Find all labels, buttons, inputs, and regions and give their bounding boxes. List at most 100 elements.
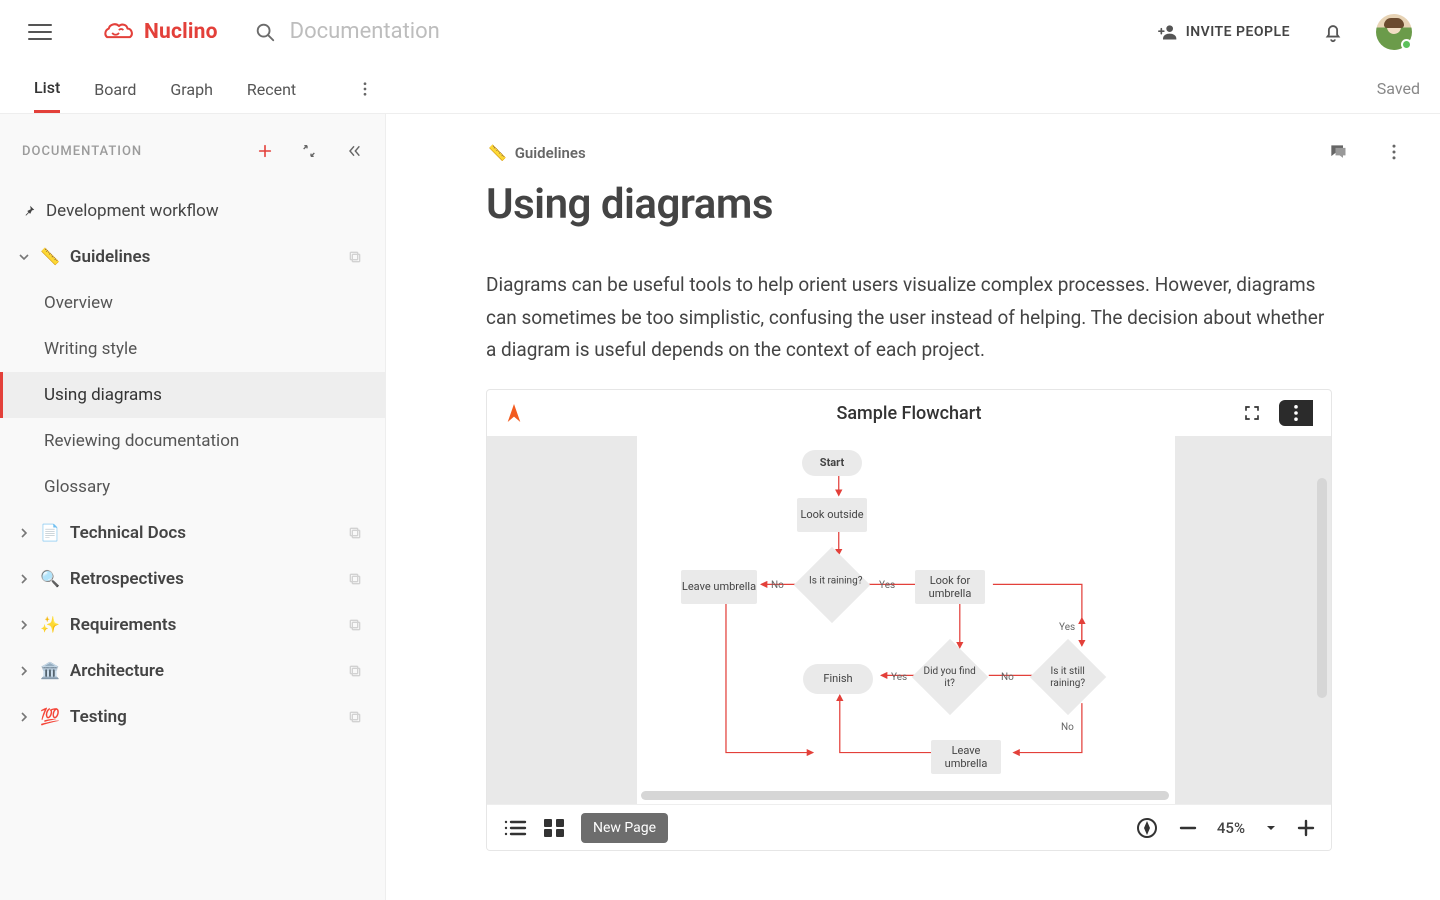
ruler-icon: 📏 bbox=[40, 249, 60, 265]
chevron-right-icon bbox=[18, 666, 30, 676]
section-label: Technical Docs bbox=[70, 523, 186, 543]
edge-label-no: No bbox=[1061, 722, 1074, 733]
diagram-embed: Sample Flowchart bbox=[486, 389, 1332, 851]
sidebar-item-glossary[interactable]: Glossary bbox=[0, 464, 385, 510]
breadcrumb-label: Guidelines bbox=[515, 144, 586, 162]
embed-vertical-scrollbar[interactable] bbox=[1317, 478, 1327, 698]
zoom-value: 45% bbox=[1217, 819, 1245, 837]
flow-node-leave-umbrella-2[interactable]: Leave umbrella bbox=[931, 740, 1001, 774]
sidebar-section-technical-docs[interactable]: 📄 Technical Docs bbox=[0, 510, 385, 556]
chevron-right-icon bbox=[18, 620, 30, 630]
list-view-icon[interactable] bbox=[503, 818, 527, 838]
edge-label-yes: Yes bbox=[891, 672, 907, 683]
copy-icon[interactable] bbox=[347, 617, 363, 633]
sidebar-item-reviewing-documentation[interactable]: Reviewing documentation bbox=[0, 418, 385, 464]
hundred-icon: 💯 bbox=[40, 709, 60, 725]
chevron-right-icon bbox=[18, 574, 30, 584]
pinned-item[interactable]: Development workflow bbox=[0, 188, 385, 234]
copy-icon[interactable] bbox=[347, 709, 363, 725]
search-placeholder: Documentation bbox=[290, 19, 440, 44]
sidebar-item-writing-style[interactable]: Writing style bbox=[0, 326, 385, 372]
item-label: Using diagrams bbox=[44, 385, 162, 405]
sidebar-section-guidelines[interactable]: 📏 Guidelines bbox=[0, 234, 385, 280]
body-paragraph[interactable]: Diagrams can be useful tools to help ori… bbox=[486, 269, 1332, 367]
item-label: Reviewing documentation bbox=[44, 431, 239, 451]
copy-icon[interactable] bbox=[347, 663, 363, 679]
sidebar-section-architecture[interactable]: 🏛️ Architecture bbox=[0, 648, 385, 694]
search-icon bbox=[254, 21, 276, 43]
compass-icon[interactable] bbox=[1135, 816, 1159, 840]
view-tabs: List Board Graph Recent bbox=[34, 64, 374, 113]
flow-node-look-outside[interactable]: Look outside bbox=[797, 498, 867, 532]
invite-people-label: INVITE PEOPLE bbox=[1186, 24, 1290, 40]
zoom-dropdown-icon[interactable] bbox=[1265, 822, 1277, 834]
item-label: Overview bbox=[44, 293, 113, 313]
brand-name: Nuclino bbox=[144, 20, 218, 44]
search[interactable]: Documentation bbox=[254, 19, 440, 44]
breadcrumb[interactable]: 📏 Guidelines bbox=[488, 144, 1332, 162]
tab-list[interactable]: List bbox=[34, 64, 60, 113]
edge-label-yes: Yes bbox=[879, 580, 895, 591]
chevron-right-icon bbox=[18, 528, 30, 538]
section-label: Guidelines bbox=[70, 247, 150, 267]
diagram-canvas[interactable]: Start Look outside Is it raining? Leave … bbox=[487, 436, 1331, 804]
presence-indicator bbox=[1401, 39, 1412, 50]
document-content: 📏 Guidelines Using diagrams Diagrams can… bbox=[386, 114, 1440, 900]
sidebar-item-using-diagrams[interactable]: Using diagrams bbox=[0, 372, 385, 418]
page-title[interactable]: Using diagrams bbox=[486, 180, 1332, 229]
tab-recent[interactable]: Recent bbox=[247, 66, 296, 112]
tab-board[interactable]: Board bbox=[94, 66, 136, 112]
expand-sidebar-icon[interactable] bbox=[301, 143, 317, 159]
breadcrumb-emoji: 📏 bbox=[488, 144, 507, 162]
flow-node-start[interactable]: Start bbox=[802, 450, 862, 476]
new-page-button[interactable]: New Page bbox=[581, 813, 668, 843]
edge-label-yes: Yes bbox=[1059, 622, 1075, 633]
section-label: Retrospectives bbox=[70, 569, 184, 589]
magnifier-icon: 🔍 bbox=[40, 571, 60, 587]
save-status: Saved bbox=[1377, 79, 1420, 98]
section-label: Testing bbox=[70, 707, 127, 727]
collapse-sidebar-icon[interactable] bbox=[345, 143, 363, 159]
section-label: Requirements bbox=[70, 615, 176, 635]
brand-logo-icon bbox=[102, 20, 136, 44]
sidebar-section-requirements[interactable]: ✨ Requirements bbox=[0, 602, 385, 648]
add-page-icon[interactable] bbox=[257, 143, 273, 159]
copy-icon[interactable] bbox=[347, 525, 363, 541]
copy-icon[interactable] bbox=[347, 249, 363, 265]
zoom-in-icon[interactable] bbox=[1297, 819, 1315, 837]
flow-node-look-for-umbrella[interactable]: Look for umbrella bbox=[915, 570, 985, 604]
grid-view-icon[interactable] bbox=[543, 818, 565, 838]
section-label: Architecture bbox=[70, 661, 164, 681]
sidebar-section-testing[interactable]: 💯 Testing bbox=[0, 694, 385, 740]
document-more-icon[interactable] bbox=[1384, 142, 1404, 162]
pinned-label: Development workflow bbox=[46, 201, 219, 221]
sidebar-item-overview[interactable]: Overview bbox=[0, 280, 385, 326]
sidebar: DOCUMENTATION Development workflow 📏 Gui… bbox=[0, 114, 386, 900]
item-label: Writing style bbox=[44, 339, 137, 359]
zoom-out-icon[interactable] bbox=[1179, 819, 1197, 837]
flow-node-finish[interactable]: Finish bbox=[803, 664, 873, 694]
embed-horizontal-scrollbar[interactable] bbox=[641, 791, 1169, 800]
edge-label-no: No bbox=[771, 580, 784, 591]
embed-title: Sample Flowchart bbox=[487, 403, 1331, 424]
copy-icon[interactable] bbox=[347, 571, 363, 587]
invite-people-button[interactable]: INVITE PEOPLE bbox=[1158, 22, 1290, 42]
hamburger-menu-icon[interactable] bbox=[28, 20, 52, 44]
workspace-name: DOCUMENTATION bbox=[22, 144, 142, 159]
tabs-more-icon[interactable] bbox=[356, 80, 374, 98]
invite-people-icon bbox=[1158, 22, 1178, 42]
chevron-right-icon bbox=[18, 712, 30, 722]
page-icon: 📄 bbox=[40, 525, 60, 541]
pin-icon bbox=[22, 204, 36, 218]
notifications-icon[interactable] bbox=[1322, 21, 1344, 43]
chevron-down-icon bbox=[18, 252, 30, 262]
tab-graph[interactable]: Graph bbox=[170, 66, 213, 112]
sparkle-icon: ✨ bbox=[40, 617, 60, 633]
edge-label-no: No bbox=[1001, 672, 1014, 683]
user-avatar[interactable] bbox=[1376, 14, 1412, 50]
comments-icon[interactable] bbox=[1328, 142, 1348, 162]
item-label: Glossary bbox=[44, 477, 110, 497]
brand[interactable]: Nuclino bbox=[102, 20, 218, 44]
flow-node-leave-umbrella[interactable]: Leave umbrella bbox=[681, 570, 757, 604]
sidebar-section-retrospectives[interactable]: 🔍 Retrospectives bbox=[0, 556, 385, 602]
